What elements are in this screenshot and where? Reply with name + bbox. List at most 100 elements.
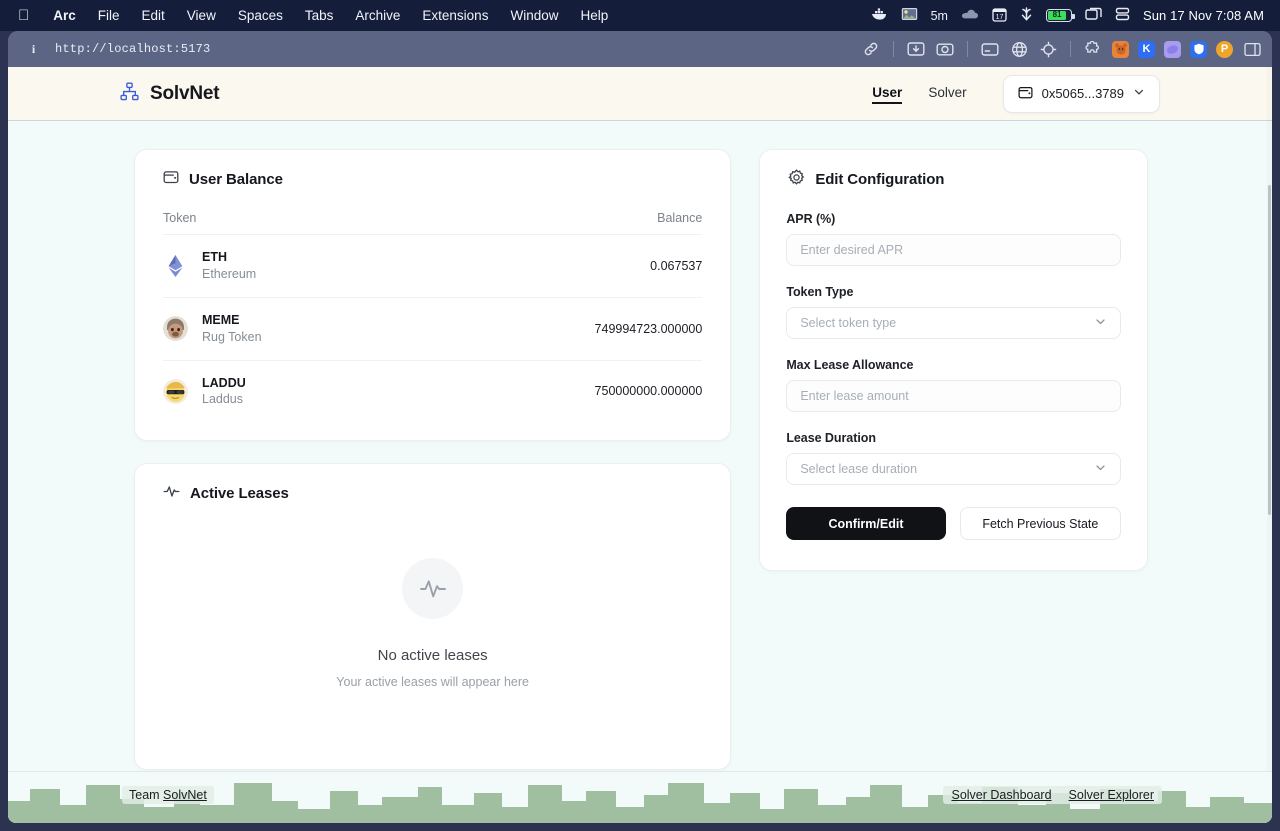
footer-link-solver-dashboard[interactable]: Solver Dashboard	[951, 788, 1051, 802]
battery-indicator[interactable]: 81	[1045, 9, 1075, 22]
user-balance-card: User Balance Token Balance ETH Ethereum …	[134, 149, 732, 442]
table-row[interactable]: ETH Ethereum 0.067537	[163, 234, 703, 297]
token-info: MEME Rug Token	[202, 312, 262, 346]
url-text[interactable]: http://localhost:5173	[55, 42, 210, 56]
activity-pulse-icon	[163, 483, 180, 504]
page-scrollbar[interactable]	[1267, 67, 1272, 823]
browser-toolbar-actions: K P	[861, 39, 1262, 59]
scrollbar-thumb[interactable]	[1268, 185, 1271, 515]
menu-item-help[interactable]: Help	[569, 0, 619, 31]
wallet-address: 0x5065...3789	[1041, 86, 1124, 101]
nav-tab-user[interactable]: User	[872, 85, 903, 104]
screen-mirroring-icon[interactable]	[1085, 7, 1102, 24]
token-name: Ethereum	[202, 266, 257, 281]
card-title-text: Edit Configuration	[815, 171, 945, 188]
chevron-down-icon	[1094, 315, 1107, 331]
toolbar-divider-2	[967, 41, 968, 57]
configuration-actions: Confirm/Edit Fetch Previous State	[786, 507, 1121, 540]
kagi-extension-icon[interactable]: K	[1138, 40, 1155, 58]
nav-tab-solver[interactable]: Solver	[928, 85, 966, 103]
token-info: LADDU Laddus	[202, 375, 246, 409]
camera-icon[interactable]	[935, 39, 955, 59]
page-viewport: SolvNet User Solver 0x5065...3789 User B…	[8, 67, 1272, 823]
active-leases-title: Active Leases	[135, 464, 730, 504]
token-name: Laddus	[202, 392, 244, 407]
fetch-previous-state-button[interactable]: Fetch Previous State	[959, 507, 1121, 540]
menu-item-spaces[interactable]: Spaces	[227, 0, 294, 31]
footer-team-prefix: Team	[129, 788, 164, 802]
brand[interactable]: SolvNet	[120, 82, 220, 106]
bear-extension-icon[interactable]	[1112, 40, 1129, 58]
download-arrow-icon[interactable]	[1020, 6, 1033, 25]
menu-item-file[interactable]: File	[87, 0, 131, 31]
info-icon[interactable]: i	[26, 42, 41, 57]
toolbar-divider-3	[1070, 41, 1071, 57]
lease-duration-label: Lease Duration	[786, 431, 876, 445]
right-column: Edit Configuration APR (%) Enter desired…	[759, 149, 1148, 770]
token-balance: 749994723.000000	[594, 321, 703, 336]
weather-photo-icon[interactable]	[901, 7, 918, 24]
wallet-icon	[163, 169, 179, 189]
wallet-button[interactable]: 0x5065...3789	[1002, 74, 1160, 113]
footer-team-brand[interactable]: SolvNet	[163, 788, 207, 802]
active-leases-empty-state: No active leases Your active leases will…	[135, 504, 730, 769]
target-icon[interactable]	[1038, 39, 1058, 59]
apple-logo-icon[interactable]: 	[10, 0, 42, 31]
menu-bar-items:  Arc File Edit View Spaces Tabs Archive…	[10, 0, 619, 31]
puzzle-extension-icon[interactable]	[1083, 39, 1103, 59]
footer-link-solver-explorer[interactable]: Solver Explorer	[1069, 788, 1154, 802]
menu-item-extensions[interactable]: Extensions	[411, 0, 499, 31]
token-symbol: ETH	[202, 250, 227, 264]
gear-icon	[788, 169, 805, 190]
menu-item-view[interactable]: View	[176, 0, 227, 31]
ghost-extension-icon[interactable]	[1164, 40, 1181, 58]
calendar-17-icon[interactable]: 17	[992, 7, 1007, 25]
token-type-select[interactable]: Select token type	[786, 307, 1121, 339]
card-title-text: Active Leases	[190, 485, 289, 503]
footer-team-label: Team SolvNet	[122, 786, 214, 804]
database-icon[interactable]	[1115, 7, 1130, 24]
header-nav: User Solver 0x5065...3789	[872, 74, 1160, 113]
menu-item-tabs[interactable]: Tabs	[294, 0, 345, 31]
activity-pulse-icon	[402, 558, 464, 620]
table-row[interactable]: LADDU Laddus 750000000.000000	[163, 359, 703, 423]
image-download-icon[interactable]	[906, 39, 926, 59]
user-balance-title: User Balance	[135, 150, 730, 189]
balance-table-header: Token Balance	[135, 189, 730, 234]
apr-input[interactable]: Enter desired APR	[786, 234, 1121, 266]
toolbar-divider-1	[893, 41, 894, 57]
menu-item-archive[interactable]: Archive	[344, 0, 411, 31]
token-type-select-placeholder: Select token type	[800, 316, 897, 330]
timer-status[interactable]: 5m	[931, 9, 948, 23]
bitwarden-extension-icon[interactable]	[1190, 40, 1207, 58]
footer-links: Solver Dashboard Solver Explorer	[943, 786, 1162, 804]
token-type-label: Token Type	[786, 285, 854, 299]
menu-item-arc[interactable]: Arc	[42, 0, 87, 31]
proton-extension-icon[interactable]: P	[1216, 40, 1233, 58]
globe-icon[interactable]	[1009, 39, 1029, 59]
max-lease-allowance-input[interactable]: Enter lease amount	[786, 380, 1121, 412]
menu-item-window[interactable]: Window	[499, 0, 569, 31]
token-balance: 0.067537	[650, 258, 703, 273]
table-row[interactable]: MEME Rug Token 749994723.000000	[163, 296, 703, 360]
browser-toolbar: i http://localhost:5173 K P	[8, 31, 1272, 67]
battery-level: 81	[1048, 11, 1066, 20]
app-header: SolvNet User Solver 0x5065...3789	[8, 67, 1272, 121]
balance-table-body: ETH Ethereum 0.067537 MEME Rug Token 749…	[135, 234, 730, 440]
confirm-edit-button[interactable]: Confirm/Edit	[786, 507, 946, 540]
menu-bar-clock[interactable]: Sun 17 Nov 7:08 AM	[1143, 8, 1264, 23]
address-bar[interactable]: i http://localhost:5173	[26, 42, 210, 57]
cloud-icon[interactable]	[961, 8, 979, 23]
page-footer: Team SolvNet Solver Dashboard Solver Exp…	[8, 771, 1272, 823]
token-name: Rug Token	[202, 329, 262, 344]
menu-bar-status-items: 5m 17 81 Sun 17 Nov 7:08 AM	[871, 6, 1268, 25]
link-icon[interactable]	[861, 39, 881, 59]
docker-whale-icon[interactable]	[871, 7, 888, 24]
lease-duration-select[interactable]: Select lease duration	[786, 453, 1121, 485]
card-icon[interactable]	[980, 39, 1000, 59]
menu-item-edit[interactable]: Edit	[131, 0, 176, 31]
token-symbol: LADDU	[202, 375, 246, 390]
token-info: ETH Ethereum	[202, 249, 256, 283]
empty-state-title: No active leases	[377, 647, 488, 665]
sidebar-toggle-icon[interactable]	[1242, 39, 1262, 59]
